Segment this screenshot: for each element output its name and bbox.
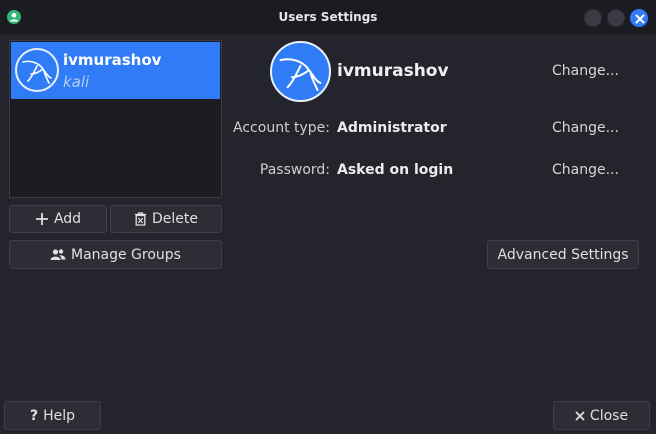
kali-dragon-icon[interactable]	[270, 41, 331, 102]
group-icon	[50, 249, 66, 260]
close-icon	[635, 14, 645, 24]
password-value: Asked on login	[337, 162, 454, 178]
account-type-label: Account type:	[233, 120, 330, 136]
user-name: ivmurashov	[63, 51, 162, 69]
change-name-button[interactable]: Change...	[552, 63, 619, 79]
add-user-button[interactable]: Add	[9, 205, 107, 233]
help-icon: ?	[29, 407, 39, 424]
help-label: Help	[43, 407, 76, 424]
account-type-value: Administrator	[337, 120, 447, 136]
title-bar[interactable]: Users Settings	[0, 0, 656, 34]
advanced-settings-button[interactable]: Advanced Settings	[487, 240, 639, 269]
user-list[interactable]: ivmurashov kali	[9, 40, 222, 198]
close-label: Close	[589, 407, 629, 424]
minimize-button[interactable]	[584, 9, 602, 27]
add-label: Add	[53, 211, 82, 227]
change-account-type-button[interactable]: Change...	[552, 120, 619, 136]
change-password-button[interactable]: Change...	[552, 162, 619, 178]
kali-dragon-icon	[15, 48, 59, 92]
help-button[interactable]: ? Help	[4, 401, 101, 430]
advanced-settings-label: Advanced Settings	[497, 246, 629, 263]
list-item-user[interactable]: ivmurashov kali	[11, 42, 220, 99]
user-real-name: kali	[63, 73, 90, 91]
manage-groups-button[interactable]: Manage Groups	[9, 240, 222, 269]
delete-label: Delete	[152, 211, 198, 227]
close-button[interactable]: Close	[553, 401, 650, 430]
detail-username: ivmurashov	[337, 61, 449, 81]
trash-icon	[135, 212, 146, 226]
password-label: Password:	[259, 162, 330, 178]
manage-groups-label: Manage Groups	[71, 246, 181, 263]
users-settings-window: Users Settings ivmurashov kali Add Delet…	[0, 0, 656, 434]
delete-user-button[interactable]: Delete	[110, 205, 222, 233]
plus-icon	[35, 213, 48, 225]
window-title: Users Settings	[278, 10, 378, 24]
close-window-button[interactable]	[630, 9, 648, 27]
maximize-button[interactable]	[607, 9, 625, 27]
close-icon	[575, 411, 585, 420]
